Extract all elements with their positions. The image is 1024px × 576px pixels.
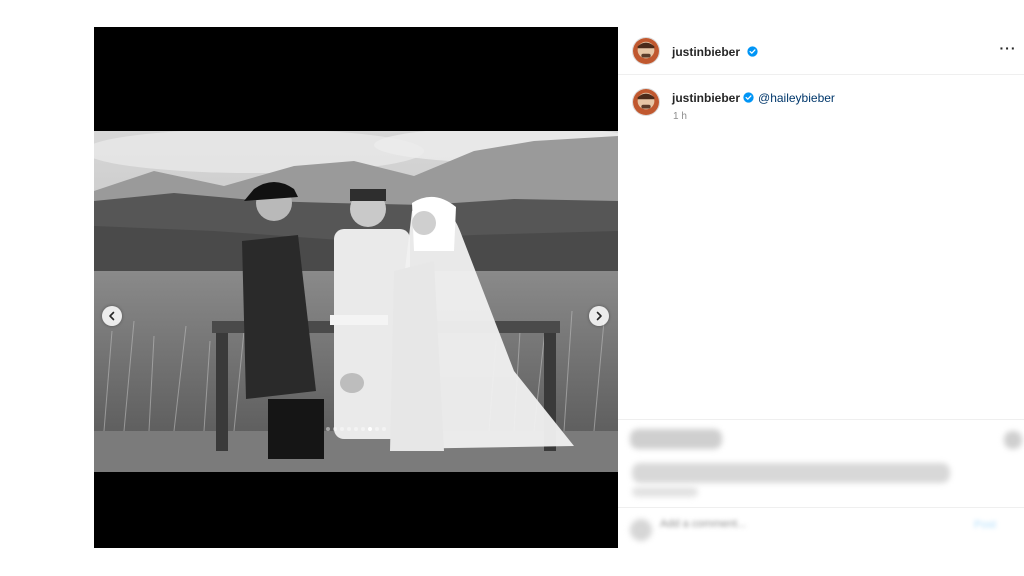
comment-input[interactable]: Add a comment... <box>660 518 800 534</box>
chevron-right-icon <box>596 311 602 321</box>
action-icons-blurred[interactable] <box>630 429 722 449</box>
post-comment-button[interactable]: Post <box>974 519 996 531</box>
emoji-icon[interactable] <box>630 519 652 541</box>
carousel-indicator <box>94 427 618 431</box>
likes-summary-blurred <box>632 463 950 483</box>
post-media <box>94 27 618 548</box>
carousel-dot <box>333 427 337 431</box>
author-username[interactable]: justinbieber <box>672 45 740 59</box>
carousel-dot <box>361 427 365 431</box>
more-options-icon[interactable]: ··· <box>998 41 1018 59</box>
chevron-left-icon <box>109 311 115 321</box>
caption-avatar[interactable] <box>632 88 660 116</box>
post-side-panel: justinbieber ··· justinbieber @haileybieb… <box>618 27 1024 548</box>
post-caption: justinbieber @haileybieber <box>672 91 835 105</box>
instagram-post-page: justinbieber ··· justinbieber @haileybieb… <box>0 0 1024 576</box>
caption-mention-link[interactable]: @haileybieber <box>758 91 835 105</box>
carousel-dot <box>347 427 351 431</box>
author-username-row[interactable]: justinbieber <box>672 43 759 61</box>
post-photo <box>94 131 618 472</box>
carousel-dot <box>340 427 344 431</box>
carousel-dot <box>354 427 358 431</box>
avatar-image <box>633 89 659 115</box>
carousel-dot <box>326 427 330 431</box>
caption-timestamp[interactable]: 1 h <box>673 111 687 122</box>
carousel-dot <box>382 427 386 431</box>
carousel-dot <box>368 427 372 431</box>
carousel-dot <box>375 427 379 431</box>
caption-username[interactable]: justinbieber <box>672 91 740 105</box>
author-avatar[interactable] <box>632 37 660 65</box>
comment-divider <box>618 507 1024 508</box>
next-slide-button[interactable] <box>589 306 609 326</box>
actions-divider <box>618 419 1024 420</box>
verified-badge-icon <box>743 92 754 103</box>
post-date-blurred <box>632 487 698 497</box>
post-header: justinbieber ··· <box>618 27 1024 75</box>
verified-badge-icon <box>747 46 759 57</box>
avatar-image <box>633 38 659 64</box>
save-icon-blurred[interactable] <box>1004 431 1022 449</box>
previous-slide-button[interactable] <box>102 306 122 326</box>
wedding-photo <box>94 131 618 472</box>
